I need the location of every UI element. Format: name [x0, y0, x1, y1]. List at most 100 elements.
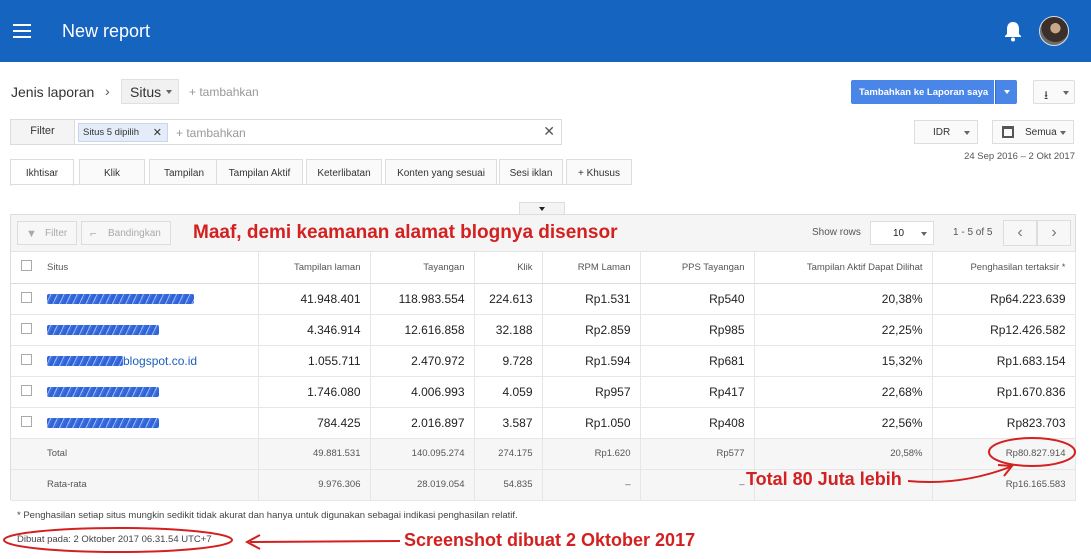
remove-filter-icon[interactable]: ✕	[153, 126, 162, 139]
row-checkbox-cell[interactable]	[11, 345, 39, 377]
column-header[interactable]: Tayangan	[370, 252, 475, 284]
site-cell[interactable]	[39, 407, 259, 439]
row-checkbox[interactable]	[21, 322, 32, 334]
tab-ikhtisar[interactable]: Ikhtisar	[10, 159, 74, 186]
row-checkbox-cell[interactable]	[11, 407, 39, 439]
clear-filter-icon[interactable]: ✕	[543, 123, 555, 140]
table-cell: 20,58%	[754, 438, 933, 470]
row-checkbox-cell[interactable]	[11, 283, 39, 315]
tab-tampilan-aktif[interactable]: Tampilan Aktif	[216, 159, 303, 185]
filter-label[interactable]: Filter	[11, 120, 75, 144]
tab-keterlibatan[interactable]: Keterlibatan	[306, 159, 382, 185]
date-range-select[interactable]: Semua	[992, 120, 1074, 144]
total-row: Total 49.881.531 140.095.274 274.175 Rp1…	[11, 438, 1076, 470]
row-checkbox[interactable]	[21, 291, 32, 303]
screenshot-annotation: Screenshot dibuat 2 Oktober 2017	[404, 530, 696, 550]
column-header[interactable]: Klik	[474, 252, 543, 284]
currency-value: IDR	[933, 127, 951, 138]
filter-chip-label: Situs 5 dipilih	[83, 127, 139, 138]
table-cell: 2.470.972	[370, 345, 475, 377]
collapse-chart-button[interactable]	[519, 202, 565, 214]
table-cell: 28.019.054	[370, 469, 475, 501]
select-all-checkbox[interactable]	[21, 260, 32, 272]
censored-site-name	[47, 356, 123, 367]
tab-sesi-iklan[interactable]: Sesi iklan	[499, 159, 563, 185]
row-checkbox[interactable]	[21, 353, 32, 365]
tab-klik[interactable]: Klik	[79, 159, 145, 185]
table-cell: 4.059	[474, 376, 543, 408]
avatar[interactable]	[1039, 16, 1069, 46]
footnote: * Penghasilan setiap situs mungkin sedik…	[17, 510, 518, 521]
filter-button-label: Filter	[45, 228, 68, 239]
add-to-my-reports-button[interactable]: Tambahkan ke Laporan saya	[851, 80, 994, 104]
table-cell: 274.175	[474, 438, 543, 470]
select-all-cell[interactable]	[11, 252, 39, 284]
site-cell[interactable]	[39, 283, 259, 315]
column-header[interactable]: Penghasilan tertaksir *	[932, 252, 1076, 284]
chevron-right-icon: ›	[105, 83, 110, 99]
total-label: Total	[39, 438, 259, 470]
table-cell: 4.006.993	[370, 376, 475, 408]
page-count: 1 - 5 of 5	[953, 227, 993, 238]
previous-page-button[interactable]: ‹	[1003, 220, 1037, 246]
table-cell: 9.976.306	[258, 469, 371, 501]
row-checkbox[interactable]	[21, 384, 32, 396]
notifications-bell-icon[interactable]	[1003, 20, 1023, 42]
table-cell: Rp1.594	[542, 345, 641, 377]
date-range-value: Semua	[1025, 127, 1057, 138]
table-cell: Rp417	[640, 376, 755, 408]
filter-bar: Filter Situs 5 dipilih ✕ + tambahkan ✕	[10, 119, 562, 145]
table-cell: Rp823.703	[932, 407, 1076, 439]
table-cell: 2.016.897	[370, 407, 475, 439]
empty-cell	[11, 438, 39, 470]
filter-button[interactable]: ▼ Filter	[17, 221, 77, 245]
column-header[interactable]: Tampilan Aktif Dapat Dilihat	[754, 252, 933, 284]
table-header-row: Situs Tampilan laman Tayangan Klik RPM L…	[11, 252, 1076, 284]
table-cell: 12.616.858	[370, 314, 475, 346]
currency-select[interactable]: IDR	[914, 120, 978, 144]
table-cell: 1.746.080	[258, 376, 371, 408]
table-row: blogspot.co.id 1.055.711 2.470.972 9.728…	[11, 345, 1076, 377]
site-cell[interactable]	[39, 314, 259, 346]
table-cell: 140.095.274	[370, 438, 475, 470]
table-cell: 41.948.401	[258, 283, 371, 315]
row-checkbox[interactable]	[21, 415, 32, 427]
report-type-label: Jenis laporan	[11, 84, 95, 100]
rows-per-page-select[interactable]: 10	[870, 221, 934, 245]
chevron-down-icon	[964, 131, 970, 135]
add-dimension-link[interactable]: + tambahkan	[189, 85, 259, 99]
tab-konten-yang-sesuai[interactable]: Konten yang sesuai	[385, 159, 497, 185]
column-header[interactable]: Situs	[39, 252, 259, 284]
site-cell[interactable]: blogspot.co.id	[39, 345, 259, 377]
column-header[interactable]: PPS Tayangan	[640, 252, 755, 284]
date-range-text: 24 Sep 2016 – 2 Okt 2017	[964, 151, 1075, 162]
report-type-value: Situs	[130, 84, 162, 100]
table-cell: Rp2.859	[542, 314, 641, 346]
column-header[interactable]: RPM Laman	[542, 252, 641, 284]
table-cell: 54.835	[474, 469, 543, 501]
chevron-down-icon	[1060, 131, 1066, 135]
filter-funnel-icon: ▼	[26, 228, 37, 240]
table-cell: 9.728	[474, 345, 543, 377]
site-cell[interactable]	[39, 376, 259, 408]
compare-button[interactable]: ⌐ Bandingkan	[81, 221, 171, 245]
calendar-icon	[1002, 126, 1014, 138]
next-page-button[interactable]: ›	[1037, 220, 1071, 246]
tab-tampilan[interactable]: Tampilan	[149, 159, 219, 185]
filter-chip[interactable]: Situs 5 dipilih ✕	[78, 123, 168, 142]
table-cell: Rp1.683.154	[932, 345, 1076, 377]
table-cell: 4.346.914	[258, 314, 371, 346]
add-filter-input[interactable]: + tambahkan	[176, 126, 246, 140]
column-header[interactable]: Tampilan laman	[258, 252, 371, 284]
row-checkbox-cell[interactable]	[11, 314, 39, 346]
report-type-select[interactable]: Situs	[121, 79, 179, 104]
menu-icon[interactable]	[13, 24, 31, 38]
download-button[interactable]: ⭳	[1033, 80, 1075, 104]
site-link[interactable]: blogspot.co.id	[123, 354, 197, 368]
add-report-menu-button[interactable]	[995, 80, 1017, 104]
tab-khusus[interactable]: + Khusus	[566, 159, 632, 185]
table-cell: 15,32%	[754, 345, 933, 377]
table-cell: 22,25%	[754, 314, 933, 346]
row-checkbox-cell[interactable]	[11, 376, 39, 408]
table-cell: Rp1.670.836	[932, 376, 1076, 408]
